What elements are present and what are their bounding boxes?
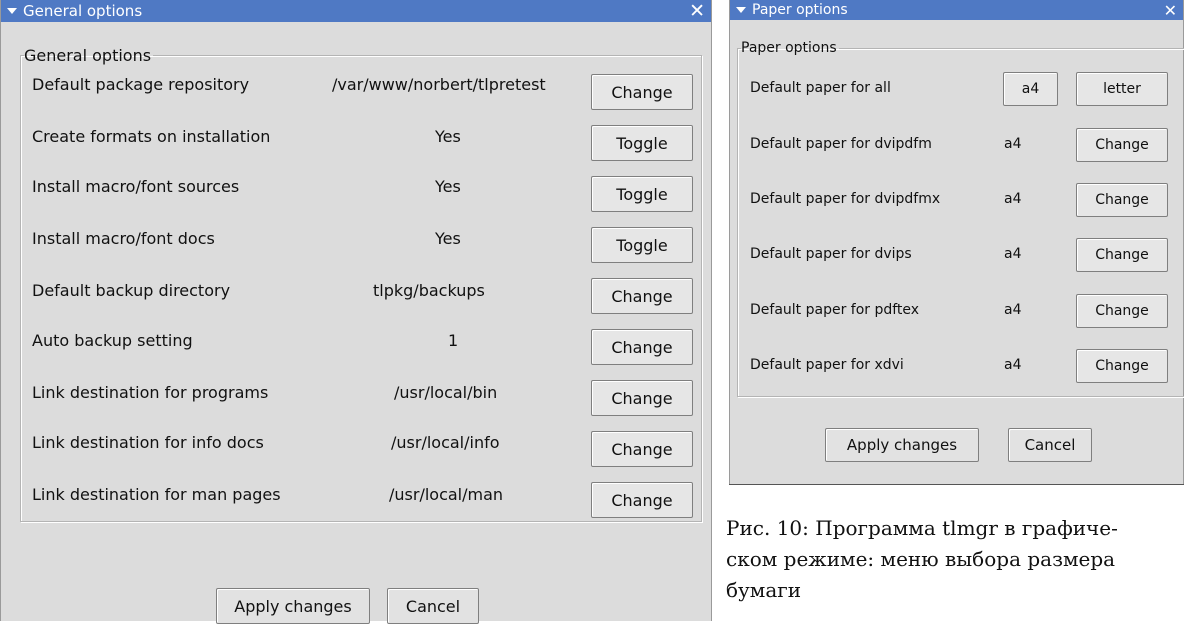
cancel-button[interactable]: Cancel [1008, 428, 1092, 462]
row-label: Auto backup setting [32, 331, 193, 350]
row-label: Default package repository [32, 75, 250, 94]
row-label: Default paper for pdftex [750, 302, 920, 318]
row-label: Default backup directory [32, 281, 231, 300]
collapse-arrow-icon[interactable] [736, 7, 746, 13]
change-xdvi-button[interactable]: Change [1076, 349, 1168, 383]
collapse-arrow-icon[interactable] [7, 8, 17, 14]
window-bottom-edge [729, 484, 1184, 485]
change-info-link-button[interactable]: Change [591, 431, 693, 467]
change-auto-backup-button[interactable]: Change [591, 329, 693, 365]
paper-options-titlebar[interactable]: Paper options ✕ [730, 0, 1183, 20]
caption-line: ском режиме: меню выбора размера [726, 547, 1116, 571]
close-icon[interactable]: ✕ [689, 1, 705, 21]
apply-changes-button[interactable]: Apply changes [216, 588, 370, 624]
row-label: Link destination for programs [32, 383, 269, 402]
row-label: Default paper for dvipdfmx [750, 191, 941, 207]
row-label: Create formats on installation [32, 127, 271, 146]
row-value: Yes [435, 229, 461, 248]
group-label: General options [24, 46, 152, 65]
general-options-titlebar[interactable]: General options ✕ [1, 0, 711, 22]
row-value: tlpkg/backups [373, 281, 485, 300]
row-value: a4 [1004, 136, 1022, 152]
paper-letter-button[interactable]: letter [1076, 72, 1168, 106]
group-label: Paper options [741, 40, 837, 56]
row-value: /usr/local/info [391, 433, 500, 452]
window-title: General options [23, 2, 143, 20]
row-value: Yes [435, 127, 461, 146]
caption-line: Рис. 10: Программа tlmgr в графиче- [726, 516, 1118, 540]
row-value: 1 [448, 331, 459, 350]
change-man-link-button[interactable]: Change [591, 482, 693, 518]
row-value: a4 [1004, 302, 1022, 318]
change-dvips-button[interactable]: Change [1076, 238, 1168, 272]
row-label: Default paper for dvips [750, 246, 912, 262]
change-repository-button[interactable]: Change [591, 74, 693, 110]
window-title: Paper options [752, 2, 848, 18]
change-dvipdfm-button[interactable]: Change [1076, 128, 1168, 162]
caption-line: бумаги [726, 578, 802, 602]
apply-changes-button[interactable]: Apply changes [825, 428, 979, 462]
row-value: a4 [1004, 191, 1022, 207]
paper-a4-button[interactable]: a4 [1003, 72, 1058, 106]
close-icon[interactable]: ✕ [1164, 1, 1177, 20]
general-options-window: General options ✕ General options Defaul… [0, 0, 712, 624]
change-programs-link-button[interactable]: Change [591, 380, 693, 416]
row-value: Yes [435, 177, 461, 196]
paper-options-window: Paper options ✕ Paper options Default pa… [729, 0, 1184, 484]
row-label: Install macro/font docs [32, 229, 215, 248]
row-value: /var/www/norbert/tlpretest [332, 75, 546, 94]
toggle-create-formats-button[interactable]: Toggle [591, 125, 693, 161]
row-label: Install macro/font sources [32, 177, 240, 196]
row-label: Default paper for dvipdfm [750, 136, 932, 152]
change-backup-dir-button[interactable]: Change [591, 278, 693, 314]
row-value: /usr/local/bin [394, 383, 498, 402]
cancel-button[interactable]: Cancel [387, 588, 479, 624]
change-dvipdfmx-button[interactable]: Change [1076, 183, 1168, 217]
row-value: a4 [1004, 357, 1022, 373]
row-label: Default paper for all [750, 80, 891, 96]
toggle-docs-button[interactable]: Toggle [591, 227, 693, 263]
change-pdftex-button[interactable]: Change [1076, 294, 1168, 328]
row-label: Default paper for xdvi [750, 357, 904, 373]
row-value: /usr/local/man [389, 485, 504, 504]
row-label: Link destination for info docs [32, 433, 264, 452]
toggle-sources-button[interactable]: Toggle [591, 176, 693, 212]
row-value: a4 [1004, 246, 1022, 262]
row-label: Link destination for man pages [32, 485, 281, 504]
